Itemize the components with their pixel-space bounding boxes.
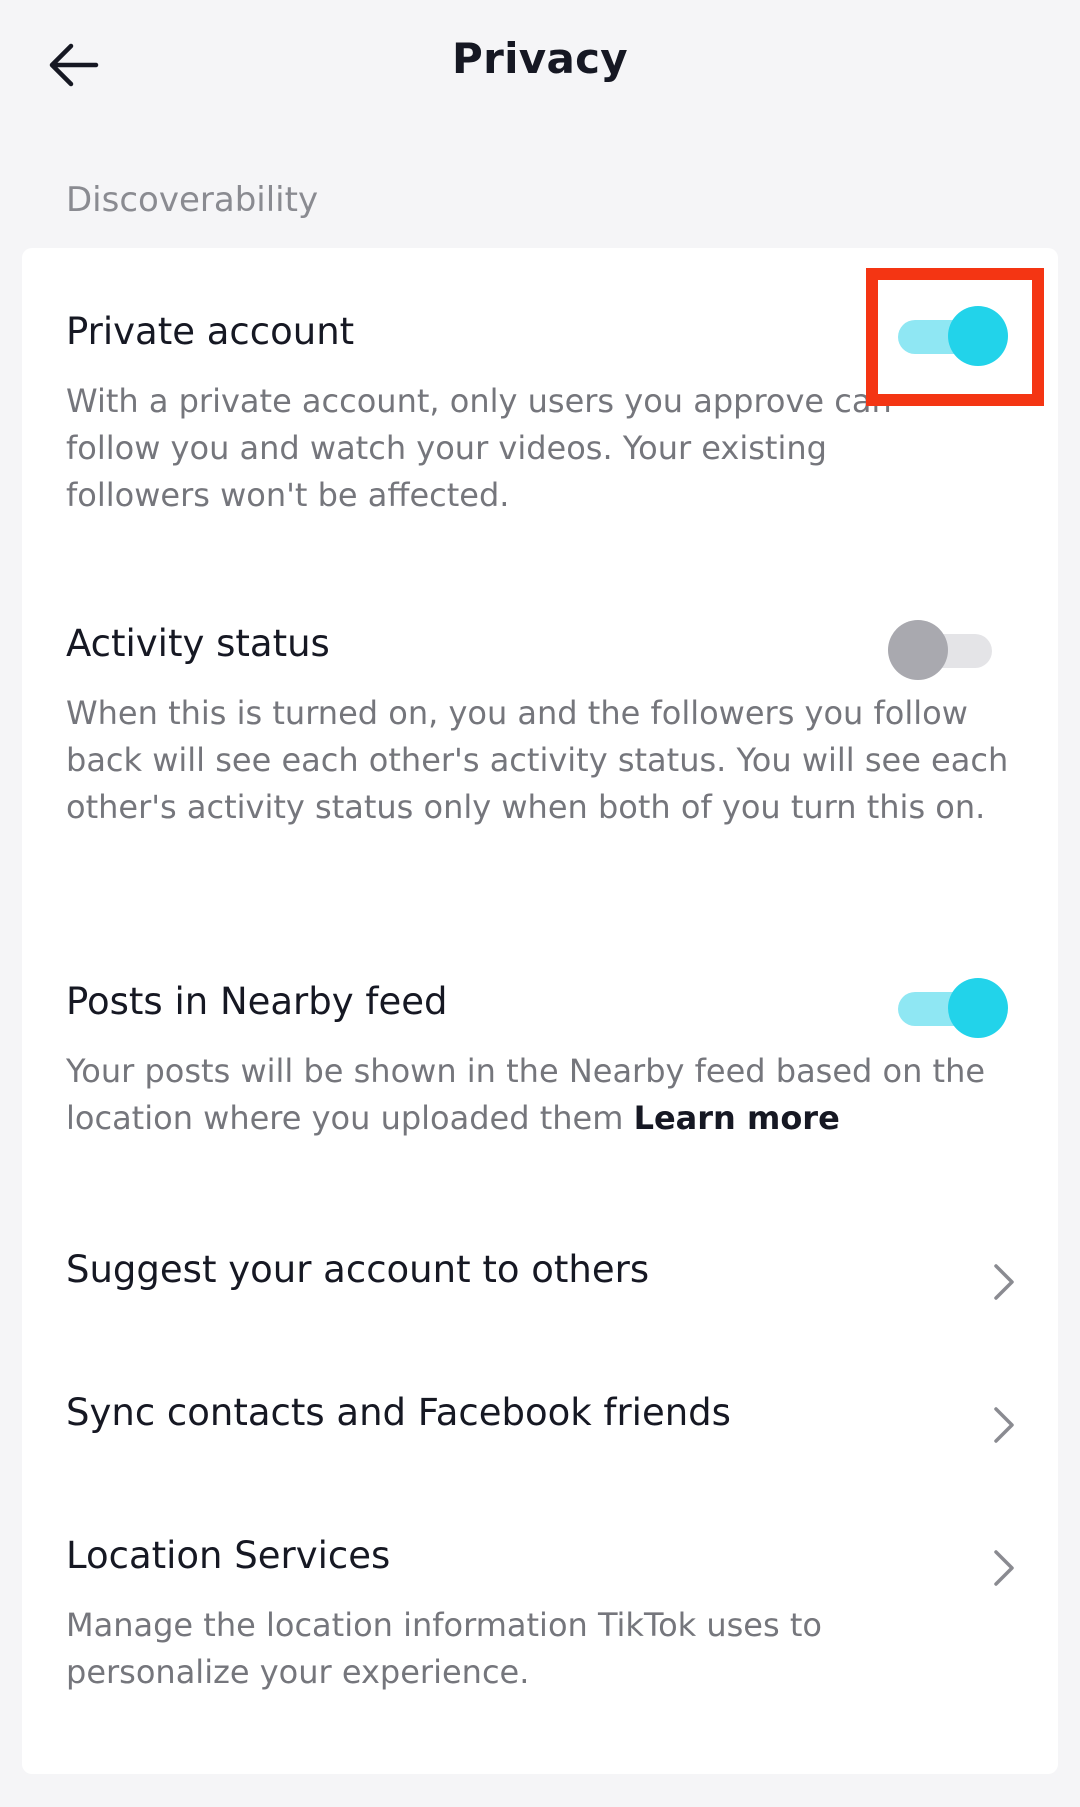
section-label-discoverability: Discoverability — [66, 180, 319, 220]
nearby-feed-title: Posts in Nearby feed — [66, 980, 448, 1023]
settings-card: Private account With a private account, … — [22, 248, 1058, 1774]
nearby-feed-toggle[interactable] — [894, 976, 1008, 1040]
setting-private-account: Private account With a private account, … — [66, 310, 1026, 519]
toggle-knob — [948, 978, 1008, 1038]
setting-sync-contacts[interactable]: Sync contacts and Facebook friends — [66, 1391, 1056, 1451]
learn-more-link[interactable]: Learn more — [634, 1099, 840, 1137]
activity-status-description: When this is turned on, you and the foll… — [66, 694, 1009, 826]
setting-activity-status: Activity status When this is turned on, … — [66, 622, 1026, 831]
sync-contacts-title: Sync contacts and Facebook friends — [66, 1391, 731, 1434]
location-services-description: Manage the location information TikTok u… — [66, 1606, 822, 1691]
location-services-title: Location Services — [66, 1534, 391, 1577]
private-account-toggle[interactable] — [894, 304, 1008, 368]
activity-status-title: Activity status — [66, 622, 330, 665]
setting-nearby-feed: Posts in Nearby feed Your posts will be … — [66, 980, 1026, 1142]
suggest-account-title: Suggest your account to others — [66, 1248, 650, 1291]
toggle-knob — [888, 620, 948, 680]
page-title: Privacy — [452, 34, 628, 83]
private-account-title: Private account — [66, 310, 355, 353]
setting-suggest-account[interactable]: Suggest your account to others — [66, 1248, 1056, 1308]
toggle-knob — [948, 306, 1008, 366]
nearby-feed-description: Your posts will be shown in the Nearby f… — [66, 1048, 1026, 1142]
chevron-right-icon — [994, 1407, 1014, 1443]
nearby-feed-description-text: Your posts will be shown in the Nearby f… — [66, 1052, 986, 1137]
activity-status-toggle[interactable] — [888, 618, 992, 682]
header-bar: Privacy — [0, 0, 1080, 128]
chevron-right-icon — [994, 1264, 1014, 1300]
private-account-description: With a private account, only users you a… — [66, 382, 892, 514]
chevron-right-icon — [994, 1550, 1014, 1586]
setting-location-services[interactable]: Location Services Manage the location in… — [66, 1534, 1056, 1696]
